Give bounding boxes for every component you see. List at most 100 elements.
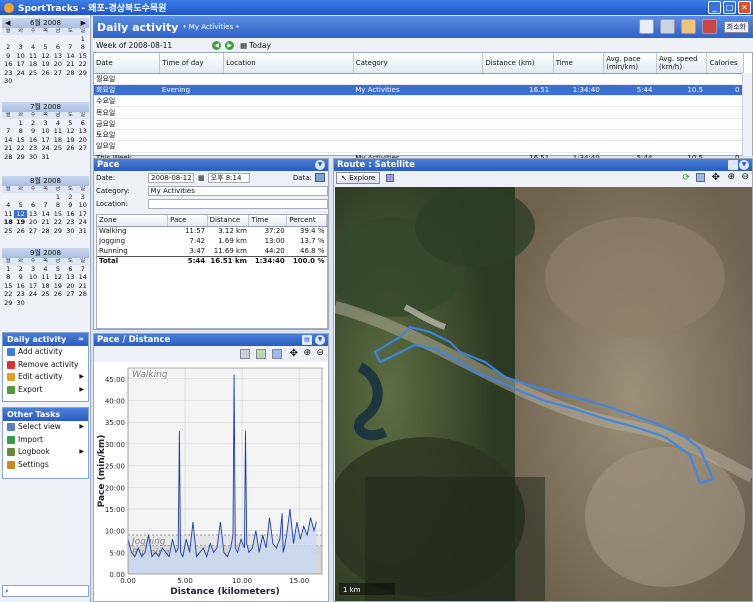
calendar-day[interactable]: 13 <box>52 52 64 60</box>
calendar-day[interactable]: 15 <box>14 136 26 144</box>
pace-distance-chart[interactable]: WalkingJoggingRunning0.005:0010:0015:002… <box>94 362 328 601</box>
calendar-day[interactable]: 9 <box>27 127 39 135</box>
calendar-day[interactable]: 13 <box>77 127 89 135</box>
calendar-day[interactable]: 16 <box>14 282 26 290</box>
calendar-day[interactable]: 9 <box>14 273 26 281</box>
calendar-day[interactable]: 11 <box>27 52 39 60</box>
calendar-day[interactable]: 21 <box>77 282 89 290</box>
column-header[interactable]: Location <box>223 53 354 74</box>
calendar-day[interactable]: 27 <box>77 144 89 152</box>
calendar-day[interactable]: 6 <box>52 43 64 51</box>
calendar-day[interactable]: 28 <box>77 290 89 298</box>
calendar-day[interactable]: 14 <box>2 136 14 144</box>
calendar-day[interactable]: 14 <box>64 52 76 60</box>
task-item[interactable]: Remove activity <box>3 359 88 372</box>
minimize-button[interactable]: _ <box>708 1 721 14</box>
calendar-day[interactable]: 27 <box>64 290 76 298</box>
calendar-day[interactable] <box>2 193 14 201</box>
calendar-day[interactable]: 2 <box>2 43 14 51</box>
calendar-day[interactable]: 1 <box>77 35 89 43</box>
calendar-day[interactable]: 5 <box>52 265 64 273</box>
task-item[interactable]: Edit activity ▶ <box>3 371 88 384</box>
calendar-day[interactable] <box>64 35 76 43</box>
calendar-day[interactable]: 23 <box>2 69 14 77</box>
column-header[interactable]: Percent <box>286 215 327 227</box>
satellite-map[interactable]: 1 km <box>335 187 752 601</box>
calendar-day[interactable]: 30 <box>14 299 26 307</box>
calendar-day[interactable]: 21 <box>64 60 76 68</box>
calendar-day[interactable]: 10 <box>27 273 39 281</box>
search-input[interactable]: ⌕ <box>2 585 89 597</box>
calendar-day[interactable]: 8 <box>2 273 14 281</box>
calendar-day[interactable] <box>14 193 26 201</box>
calendar-day[interactable]: 1 <box>14 119 26 127</box>
calendar-day[interactable]: 25 <box>52 144 64 152</box>
calendar-grid[interactable]: 월 화 수 목 금 토 일 1 2 3 4 5 6 7 8 9 10 11 12 13 14 15 16 17 18 19 20 21… <box>2 186 89 235</box>
today-button[interactable]: Today <box>249 41 271 50</box>
calendar-day[interactable]: 15 <box>77 52 89 60</box>
calendar-day[interactable]: 3 <box>77 193 89 201</box>
zone-row[interactable]: Running 3:47 11.69 km 44:20 46.8 % <box>97 246 327 256</box>
table-row[interactable]: 월요일 <box>94 73 744 85</box>
column-header[interactable]: Time <box>553 53 605 74</box>
column-header[interactable]: Category <box>353 53 484 74</box>
calendar-grid[interactable]: 월 화 수 목 금 토 일 1 2 3 4 5 6 7 8 9 10 11 12 13 14 15 16 17 18 19 20 21… <box>2 112 89 161</box>
save-image-icon[interactable] <box>272 349 282 359</box>
calendar-day[interactable]: 6 <box>27 201 39 209</box>
calendar-day[interactable]: 9 <box>64 201 76 209</box>
calendar-day[interactable]: 26 <box>14 227 26 235</box>
calendar-day[interactable] <box>39 193 51 201</box>
map-zoom-out-icon[interactable]: ⊖ <box>741 172 749 182</box>
calendar-day[interactable]: 7 <box>77 265 89 273</box>
calendar-day[interactable] <box>27 35 39 43</box>
calendar-day[interactable]: 3 <box>14 43 26 51</box>
calendar-day[interactable]: 29 <box>14 153 26 161</box>
column-header[interactable]: Distance (km) <box>482 53 554 74</box>
calendar-day[interactable]: 24 <box>14 69 26 77</box>
calendar-day[interactable]: 10 <box>14 52 26 60</box>
calendar-day[interactable]: 6 <box>64 265 76 273</box>
calendar-day[interactable]: 12 <box>52 273 64 281</box>
calendar-day[interactable] <box>27 193 39 201</box>
calendar-day[interactable]: 28 <box>39 227 51 235</box>
calendar-day[interactable]: 27 <box>27 227 39 235</box>
calendar-day[interactable]: 30 <box>2 77 14 85</box>
location-select[interactable] <box>147 198 328 209</box>
calendar-day[interactable]: 16 <box>64 210 76 218</box>
task-item[interactable]: Select view ▶ <box>3 421 88 434</box>
refresh-icon[interactable]: ⟳ <box>682 173 690 183</box>
calendar-day[interactable]: 4 <box>39 265 51 273</box>
calendar-day[interactable]: 29 <box>52 227 64 235</box>
calendar-grid[interactable]: 월 화 수 목 금 토 일 1 2 3 4 5 6 7 8 9 10 11 12 13 14 15 16 17 18 19 20 21… <box>2 28 89 85</box>
task-item[interactable]: Import <box>3 434 88 447</box>
calendar-day[interactable] <box>2 119 14 127</box>
zone-row[interactable]: Total 5:44 16.51 km 1:34:40 100.0 % <box>97 255 327 266</box>
table-row[interactable]: 화요일 Evening My Activities 16.51 1:34:40 5:44 1… <box>94 84 744 97</box>
table-row[interactable]: 목요일 <box>94 106 744 119</box>
calendar-day[interactable]: 4 <box>2 201 14 209</box>
calendar-day[interactable] <box>2 35 14 43</box>
calendar-day[interactable]: 27 <box>52 69 64 77</box>
daily-activity-tasks-header[interactable]: Daily activity ≈ <box>3 333 88 346</box>
calendar-day[interactable]: 19 <box>64 136 76 144</box>
calendar-grid[interactable]: 월 화 수 목 금 토 일 1 2 3 4 5 6 7 8 9 10 11 12 13 14 15 16 17 18 19 20 21… <box>2 258 89 307</box>
calendar-day[interactable]: 21 <box>39 218 51 226</box>
calendar-day[interactable]: 3 <box>27 265 39 273</box>
calendar-day[interactable]: 18 <box>2 218 14 226</box>
panel-menu-icon[interactable]: ▼ <box>315 335 325 345</box>
task-item[interactable]: Add activity <box>3 346 88 359</box>
calendar-day[interactable]: 17 <box>14 60 26 68</box>
zone-row[interactable]: Walking 11:57 3.12 km 37:20 39.4 % <box>97 226 327 236</box>
calendar-day[interactable]: 30 <box>27 153 39 161</box>
calendar-day[interactable]: 3 <box>39 119 51 127</box>
chart-options-icon[interactable] <box>256 349 266 359</box>
save-map-icon[interactable] <box>696 173 705 182</box>
column-header[interactable]: Date <box>94 53 161 74</box>
column-header[interactable]: Zone <box>97 215 169 227</box>
calendar-day[interactable]: 29 <box>2 299 14 307</box>
zoom-fit-icon[interactable]: ✥ <box>290 348 298 359</box>
calendar-day[interactable] <box>39 35 51 43</box>
calendar-day[interactable]: 7 <box>64 43 76 51</box>
date-field[interactable]: 2008-08-12 <box>148 172 194 183</box>
data-icon[interactable] <box>315 173 325 182</box>
